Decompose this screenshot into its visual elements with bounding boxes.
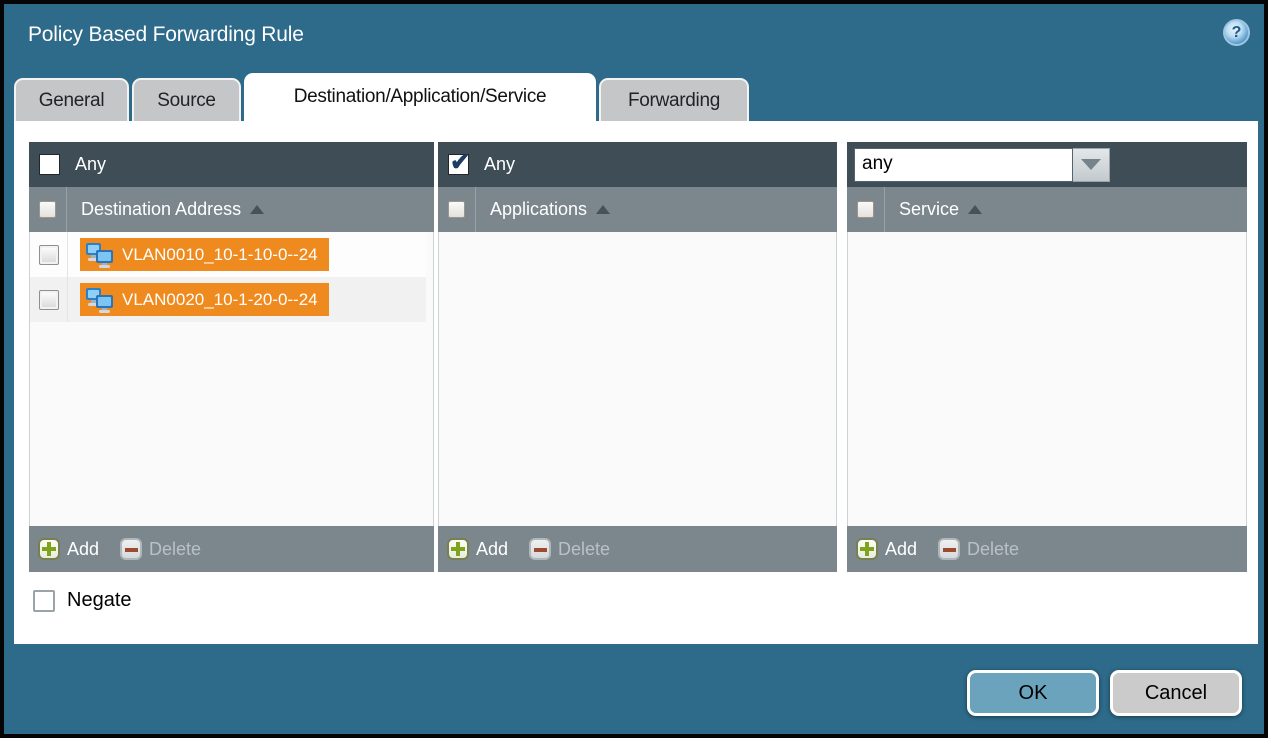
- delete-minus-icon: [120, 538, 142, 560]
- applications-footer: Add Delete: [438, 526, 837, 572]
- applications-panel: Any Applications Add Delete: [438, 142, 837, 572]
- service-column-label: Service: [899, 199, 959, 220]
- tab-content-sheet: Any Destination Address: [14, 121, 1258, 644]
- destination-column-label: Destination Address: [81, 199, 241, 220]
- applications-delete-button[interactable]: Delete: [529, 538, 610, 560]
- service-add-button[interactable]: Add: [856, 538, 917, 560]
- negate-label: Negate: [67, 589, 132, 612]
- applications-column-header: Applications: [438, 187, 837, 232]
- destination-delete-button[interactable]: Delete: [120, 538, 201, 560]
- ok-button[interactable]: OK: [967, 670, 1099, 716]
- destination-row-vlan0020[interactable]: VLAN0020_10-1-20-0--24: [30, 277, 426, 322]
- negate-checkbox[interactable]: [33, 590, 55, 612]
- service-dropdown-bar: any: [847, 142, 1247, 187]
- applications-column-label: Applications: [490, 199, 587, 220]
- add-plus-icon: [856, 538, 878, 560]
- network-icon: [85, 287, 115, 313]
- help-icon[interactable]: ?: [1223, 19, 1250, 46]
- address-object-label: VLAN0020_10-1-20-0--24: [122, 290, 318, 310]
- service-sort-header[interactable]: Service: [899, 199, 982, 220]
- negate-option: Negate: [33, 589, 132, 612]
- applications-select-all-checkbox[interactable]: [448, 201, 465, 218]
- delete-minus-icon: [938, 538, 960, 560]
- tab-destination-application-service[interactable]: Destination/Application/Service: [244, 73, 596, 121]
- destination-select-all-checkbox[interactable]: [39, 201, 56, 218]
- service-footer: Add Delete: [847, 526, 1247, 572]
- delete-minus-icon: [529, 538, 551, 560]
- destination-any-label: Any: [75, 154, 106, 175]
- service-column-header: Service: [847, 187, 1247, 232]
- row-checkbox[interactable]: [39, 290, 59, 310]
- applications-any-label: Any: [484, 154, 515, 175]
- address-object-label: VLAN0010_10-1-10-0--24: [122, 245, 318, 265]
- destination-footer: Add Delete: [29, 526, 434, 572]
- service-select-all-checkbox[interactable]: [857, 201, 874, 218]
- destination-any-checkbox[interactable]: [39, 154, 60, 175]
- applications-any-checkbox[interactable]: [448, 154, 469, 175]
- tab-source[interactable]: Source: [132, 78, 241, 121]
- applications-list: [438, 232, 837, 526]
- service-dropdown-value[interactable]: any: [854, 148, 1073, 182]
- destination-row-vlan0010[interactable]: VLAN0010_10-1-10-0--24: [30, 232, 426, 277]
- add-plus-icon: [447, 538, 469, 560]
- service-dropdown-button[interactable]: [1073, 148, 1110, 182]
- destination-address-panel: Any Destination Address: [29, 142, 434, 572]
- tab-general[interactable]: General: [14, 78, 129, 121]
- service-dropdown[interactable]: any: [854, 148, 1110, 182]
- applications-any-bar: Any: [438, 142, 837, 187]
- destination-list: VLAN0010_10-1-10-0--24: [29, 232, 434, 526]
- address-object-tag: VLAN0010_10-1-10-0--24: [80, 238, 329, 271]
- tab-bar: General Source Destination/Application/S…: [14, 73, 749, 121]
- sort-ascending-icon: [250, 205, 264, 214]
- destination-add-button[interactable]: Add: [38, 538, 99, 560]
- service-delete-button[interactable]: Delete: [938, 538, 1019, 560]
- sort-ascending-icon: [968, 205, 982, 214]
- applications-add-button[interactable]: Add: [447, 538, 508, 560]
- sort-ascending-icon: [596, 205, 610, 214]
- network-icon: [85, 242, 115, 268]
- destination-column-header: Destination Address: [29, 187, 434, 232]
- tab-forwarding[interactable]: Forwarding: [599, 78, 749, 121]
- add-plus-icon: [38, 538, 60, 560]
- service-panel: any Service Add: [847, 142, 1247, 572]
- chevron-down-icon: [1081, 159, 1101, 170]
- address-object-tag: VLAN0020_10-1-20-0--24: [80, 283, 329, 316]
- destination-any-bar: Any: [29, 142, 434, 187]
- dialog-title: Policy Based Forwarding Rule: [28, 23, 304, 47]
- applications-sort-header[interactable]: Applications: [490, 199, 610, 220]
- row-checkbox[interactable]: [39, 245, 59, 265]
- cancel-button[interactable]: Cancel: [1110, 670, 1242, 716]
- destination-sort-header[interactable]: Destination Address: [81, 199, 264, 220]
- service-list: [847, 232, 1247, 526]
- policy-based-forwarding-dialog: Policy Based Forwarding Rule ? General S…: [0, 0, 1268, 738]
